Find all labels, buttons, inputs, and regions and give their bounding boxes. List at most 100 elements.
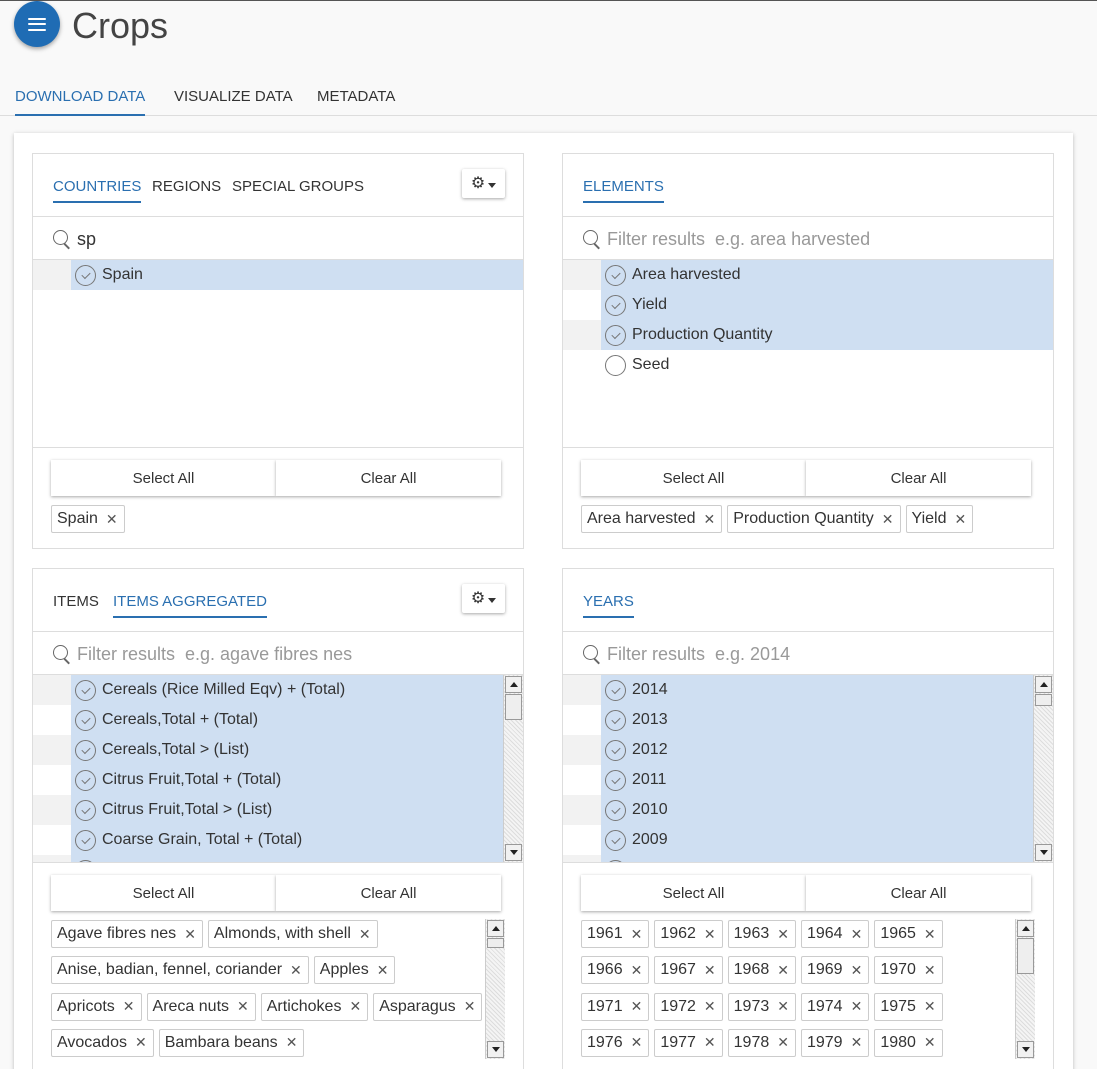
clear-all-button[interactable]: Clear All bbox=[806, 875, 1031, 911]
scroll-down-icon[interactable] bbox=[1035, 844, 1052, 861]
countries-settings-button[interactable]: ⚙ bbox=[462, 169, 505, 198]
list-item[interactable]: Yield bbox=[563, 290, 1053, 320]
list-item[interactable]: Area harvested bbox=[563, 260, 1053, 290]
list-item[interactable]: 2009 bbox=[563, 825, 1053, 855]
scroll-up-icon[interactable] bbox=[487, 920, 504, 937]
list-item[interactable]: Citrus Fruit,Total + (Total) bbox=[33, 765, 523, 795]
scroll-up-icon[interactable] bbox=[505, 676, 522, 693]
elements-search-input[interactable] bbox=[607, 224, 1027, 254]
close-icon[interactable]: ✕ bbox=[631, 1034, 643, 1051]
list-item[interactable]: Cereals (Rice Milled Eqv) + (Total) bbox=[33, 675, 523, 705]
close-icon[interactable]: ✕ bbox=[851, 926, 863, 943]
close-icon[interactable]: ✕ bbox=[777, 962, 789, 979]
list-item[interactable]: 2014 bbox=[563, 675, 1053, 705]
close-icon[interactable]: ✕ bbox=[851, 1034, 863, 1051]
selected-chip: Avocados ✕ bbox=[51, 1028, 154, 1057]
close-icon[interactable]: ✕ bbox=[704, 998, 716, 1015]
years-search-input[interactable] bbox=[607, 639, 1027, 669]
years-search bbox=[563, 633, 1053, 675]
selected-chip: Yield ✕ bbox=[905, 505, 974, 533]
close-icon[interactable]: ✕ bbox=[882, 511, 894, 528]
scroll-down-icon[interactable] bbox=[505, 844, 522, 861]
tab-download-data[interactable]: DOWNLOAD DATA bbox=[15, 87, 146, 116]
select-all-button[interactable]: Select All bbox=[51, 875, 276, 911]
close-icon[interactable]: ✕ bbox=[924, 1034, 936, 1051]
close-icon[interactable]: ✕ bbox=[464, 998, 476, 1015]
selected-chip: 1978 ✕ bbox=[727, 1028, 796, 1057]
scroll-up-icon[interactable] bbox=[1035, 676, 1052, 693]
menu-button[interactable] bbox=[14, 1, 60, 47]
tab-elements[interactable]: ELEMENTS bbox=[583, 178, 664, 203]
tab-countries[interactable]: COUNTRIES bbox=[53, 178, 142, 203]
close-icon[interactable]: ✕ bbox=[777, 998, 789, 1015]
list-item[interactable]: 2010 bbox=[563, 795, 1053, 825]
scroll-down-icon[interactable] bbox=[1017, 1041, 1034, 1058]
select-all-button[interactable]: Select All bbox=[51, 460, 276, 496]
close-icon[interactable]: ✕ bbox=[349, 998, 361, 1015]
select-all-button[interactable]: Select All bbox=[581, 460, 806, 496]
list-item[interactable]: Seed bbox=[563, 350, 1053, 380]
list-item[interactable]: Spain bbox=[33, 260, 523, 290]
close-icon[interactable]: ✕ bbox=[924, 962, 936, 979]
tab-items[interactable]: ITEMS bbox=[53, 593, 99, 616]
countries-search-input[interactable] bbox=[77, 224, 497, 254]
scroll-thumb[interactable] bbox=[505, 694, 522, 720]
close-icon[interactable]: ✕ bbox=[924, 926, 936, 943]
tab-visualize-data[interactable]: VISUALIZE DATA bbox=[174, 87, 293, 116]
years-list-scrollbar[interactable] bbox=[1033, 675, 1053, 862]
close-icon[interactable]: ✕ bbox=[851, 998, 863, 1015]
clear-all-button[interactable]: Clear All bbox=[806, 460, 1031, 496]
close-icon[interactable]: ✕ bbox=[704, 962, 716, 979]
close-icon[interactable]: ✕ bbox=[704, 511, 716, 528]
list-item-label: 2009 bbox=[632, 831, 668, 848]
scroll-thumb[interactable] bbox=[1017, 938, 1034, 974]
list-item[interactable]: Citrus Fruit,Total > (List) bbox=[33, 795, 523, 825]
close-icon[interactable]: ✕ bbox=[184, 926, 196, 943]
tab-metadata[interactable]: METADATA bbox=[317, 87, 395, 116]
close-icon[interactable]: ✕ bbox=[704, 926, 716, 943]
close-icon[interactable]: ✕ bbox=[135, 1034, 147, 1051]
close-icon[interactable]: ✕ bbox=[955, 511, 967, 528]
clear-all-button[interactable]: Clear All bbox=[276, 460, 501, 496]
list-item-label: Citrus Fruit,Total > (List) bbox=[102, 801, 273, 818]
tab-special-groups[interactable]: SPECIAL GROUPS bbox=[232, 178, 364, 201]
list-item[interactable]: Cereals,Total + (Total) bbox=[33, 705, 523, 735]
tab-items-aggregated[interactable]: ITEMS AGGREGATED bbox=[113, 593, 267, 618]
list-item[interactable]: Production Quantity bbox=[563, 320, 1053, 350]
close-icon[interactable]: ✕ bbox=[377, 962, 389, 979]
list-item[interactable]: 2012 bbox=[563, 735, 1053, 765]
close-icon[interactable]: ✕ bbox=[777, 1034, 789, 1051]
close-icon[interactable]: ✕ bbox=[359, 926, 371, 943]
close-icon[interactable]: ✕ bbox=[631, 962, 643, 979]
tab-regions[interactable]: REGIONS bbox=[152, 178, 221, 201]
list-item[interactable] bbox=[563, 855, 1053, 862]
list-item[interactable]: Coarse Grain, Total + (Total) bbox=[33, 825, 523, 855]
list-item[interactable]: 2013 bbox=[563, 705, 1053, 735]
tab-years[interactable]: YEARS bbox=[583, 593, 634, 618]
close-icon[interactable]: ✕ bbox=[777, 926, 789, 943]
close-icon[interactable]: ✕ bbox=[237, 998, 249, 1015]
list-item[interactable]: Cereals,Total > (List) bbox=[33, 735, 523, 765]
close-icon[interactable]: ✕ bbox=[123, 998, 135, 1015]
close-icon[interactable]: ✕ bbox=[286, 1034, 298, 1051]
select-all-button[interactable]: Select All bbox=[581, 875, 806, 911]
items-list-scrollbar[interactable] bbox=[503, 675, 523, 862]
scroll-down-icon[interactable] bbox=[487, 1041, 504, 1058]
close-icon[interactable]: ✕ bbox=[106, 511, 118, 528]
clear-all-button[interactable]: Clear All bbox=[276, 875, 501, 911]
close-icon[interactable]: ✕ bbox=[851, 962, 863, 979]
items-search-input[interactable] bbox=[77, 639, 497, 669]
close-icon[interactable]: ✕ bbox=[924, 998, 936, 1015]
items-chips-scrollbar[interactable] bbox=[485, 919, 505, 1059]
list-item[interactable]: 2011 bbox=[563, 765, 1053, 795]
years-chips-scrollbar[interactable] bbox=[1015, 919, 1035, 1059]
close-icon[interactable]: ✕ bbox=[704, 1034, 716, 1051]
close-icon[interactable]: ✕ bbox=[290, 962, 302, 979]
scroll-up-icon[interactable] bbox=[1017, 920, 1034, 937]
scroll-thumb[interactable] bbox=[1035, 694, 1052, 706]
close-icon[interactable]: ✕ bbox=[631, 926, 643, 943]
items-settings-button[interactable]: ⚙ bbox=[462, 584, 505, 613]
list-item[interactable] bbox=[33, 855, 523, 862]
close-icon[interactable]: ✕ bbox=[631, 998, 643, 1015]
scroll-thumb[interactable] bbox=[487, 938, 504, 948]
